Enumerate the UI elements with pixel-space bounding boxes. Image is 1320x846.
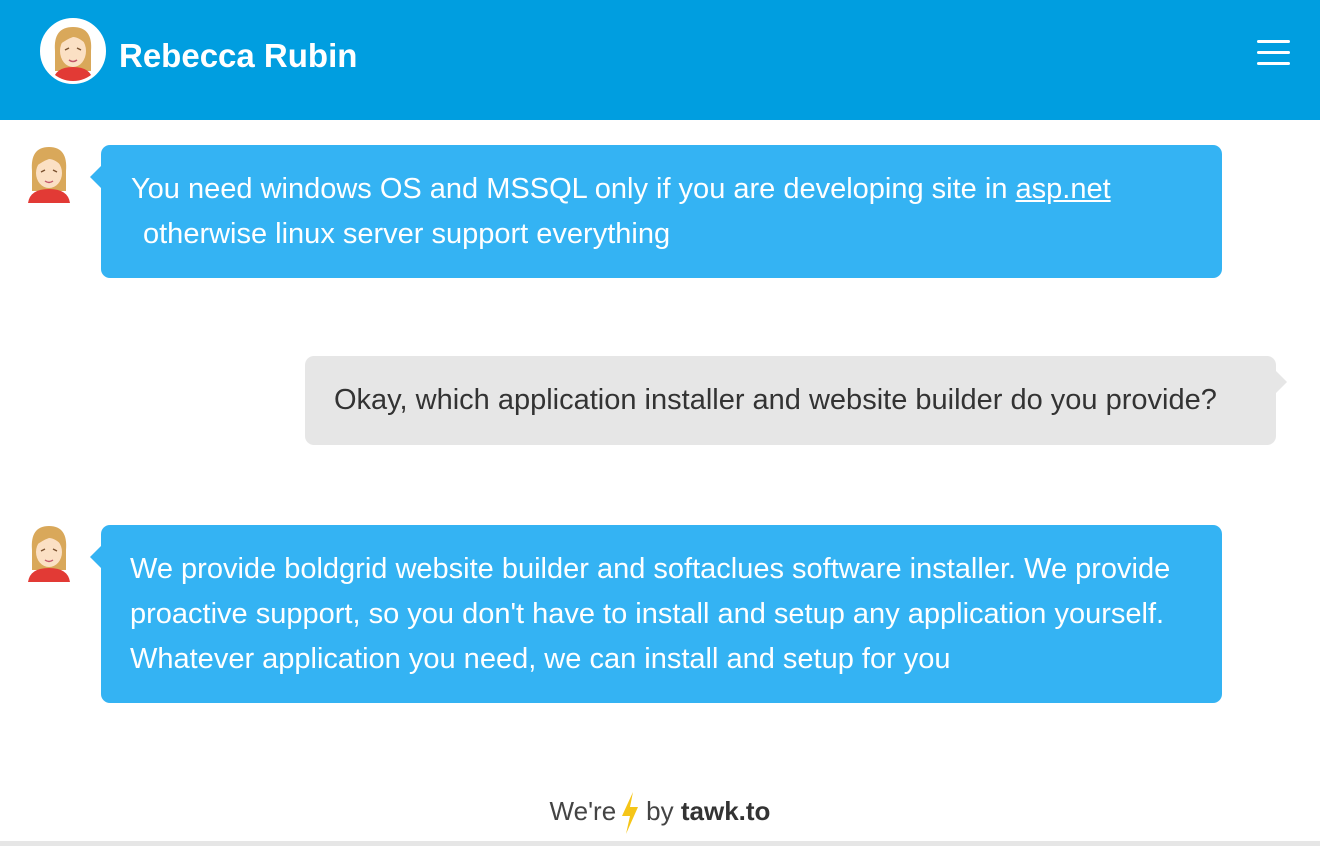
message-text: otherwise linux server support everythin…: [143, 218, 671, 250]
lightning-bolt-icon: [622, 792, 639, 835]
message-avatar: [26, 145, 72, 203]
footer-by: by: [646, 796, 674, 826]
hamburger-line: [1257, 51, 1290, 54]
visitor-message: Okay, which application installer and we…: [305, 356, 1287, 445]
message-text: Okay, which application installer and we…: [334, 384, 1217, 416]
agent-message: We provide boldgrid website builder and …: [90, 525, 1222, 703]
agent-avatar: [40, 18, 106, 84]
avatar-face-icon: [28, 147, 70, 203]
hamburger-line: [1257, 62, 1290, 65]
tawk-to-brand: tawk.to: [680, 796, 771, 826]
message-text: You need windows OS and MSSQL only if yo…: [131, 173, 1016, 205]
chat-header: Rebecca Rubin: [0, 0, 1320, 120]
message-avatar: [26, 524, 72, 582]
footer-prefix: We're: [549, 796, 617, 826]
message-text: We provide boldgrid website builder and …: [130, 553, 1171, 675]
agent-message: You need windows OS and MSSQL only if yo…: [90, 145, 1222, 278]
powered-by-footer[interactable]: We're by tawk.to: [0, 786, 1320, 836]
menu-button[interactable]: [1252, 36, 1294, 70]
avatar-face-icon: [43, 21, 103, 81]
agent-name: Rebecca Rubin: [119, 37, 358, 74]
asp-net-link[interactable]: asp.net: [1016, 173, 1111, 205]
divider: [0, 841, 1320, 846]
hamburger-menu-icon: [1257, 40, 1290, 43]
avatar-face-icon: [28, 526, 70, 582]
